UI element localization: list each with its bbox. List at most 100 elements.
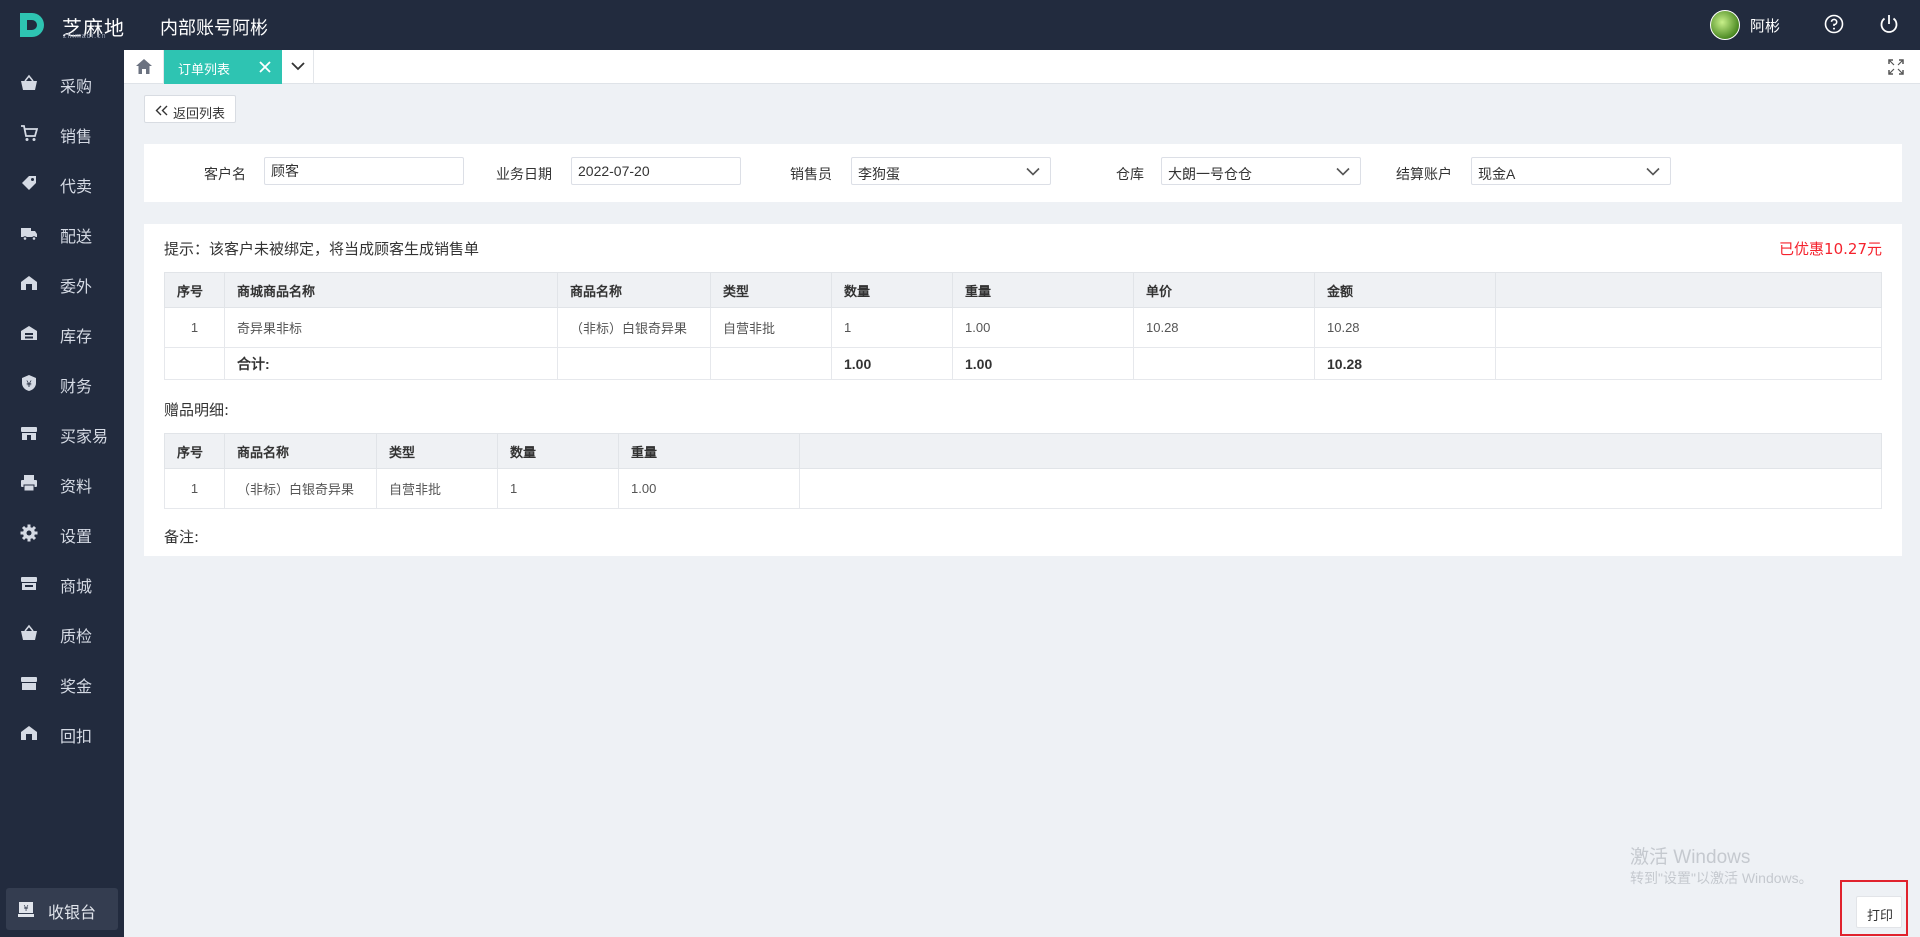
order-filter-panel: 客户名 顾客 业务日期 2022-07-20 销售员 李狗蛋 仓库 大朗一号仓仓…: [144, 144, 1902, 202]
date-input[interactable]: 2022-07-20: [571, 157, 741, 185]
sidebar-item-label: 库存: [60, 327, 93, 346]
cell-mall-product-name: 奇异果非标: [224, 307, 558, 348]
print-button[interactable]: 打印: [1856, 896, 1902, 928]
sidebar-item-label: 配送: [60, 227, 93, 246]
sidebar-item-label: 委外: [60, 277, 93, 296]
cashier-button[interactable]: ¥ 收银台: [6, 888, 118, 930]
sidebar-item-label: 财务: [60, 377, 93, 396]
tag-icon: [22, 176, 36, 190]
discount-text: 已优惠10.27元: [1779, 240, 1882, 258]
user-name: 阿彬: [1749, 16, 1780, 35]
tab-home[interactable]: [124, 50, 164, 84]
col-quantity: 数量: [497, 433, 619, 469]
activation-watermark-subtitle: 转到"设置"以激活 Windows。: [1630, 870, 1813, 886]
table-row: 1 奇异果非标 （非标）白银奇异果 自营非批 1 1.00 10.28 10.2…: [164, 307, 1882, 348]
store-icon: [21, 427, 37, 440]
home-icon: [136, 59, 152, 74]
sidebar-item-label: 奖金: [60, 677, 93, 696]
chevron-down-icon: [291, 62, 305, 71]
sidebar-item-inspection[interactable]: 质检: [0, 613, 124, 653]
tab-label: 订单列表: [178, 62, 231, 77]
svg-text:¥: ¥: [26, 380, 32, 390]
warehouse-label: 仓库: [1116, 166, 1144, 182]
back-label: 返回列表: [173, 106, 226, 121]
total-amount: 10.28: [1314, 347, 1496, 380]
sidebar-item-label: 设置: [60, 527, 93, 546]
sidebar-item-label: 销售: [60, 127, 93, 146]
sidebar-item-label: 质检: [60, 627, 93, 646]
table-header-row: 序号 商城商品名称 商品名称 类型 数量 重量 单价 金额: [164, 272, 1882, 308]
col-unit-price: 单价: [1133, 272, 1315, 308]
tab-bar: 订单列表: [124, 50, 1920, 84]
cell-quantity: 1: [497, 468, 619, 509]
customer-input[interactable]: 顾客: [264, 157, 464, 185]
top-header: 芝麻地 zhimadi.cn 内部账号阿彬 阿彬: [0, 0, 1920, 50]
chevron-down-icon: [1646, 167, 1660, 176]
cell-blank: [710, 347, 832, 380]
sidebar-item-sales[interactable]: 销售: [0, 113, 124, 153]
print-label: 打印: [1867, 908, 1894, 923]
logo[interactable]: 芝麻地 zhimadi.cn: [18, 9, 128, 41]
sidebar: 采购 销售 代卖 配送 委外 库存 ¥ 财务 买家易 资料 设置 商城 质检 奖…: [0, 50, 124, 937]
double-chevron-left-icon: [155, 105, 168, 116]
col-product-name: 商品名称: [557, 272, 711, 308]
cell-blank: [799, 468, 1882, 509]
user-menu[interactable]: 阿彬: [1709, 10, 1780, 40]
order-items-table: 序号 商城商品名称 商品名称 类型 数量 重量 单价 金额 1 奇异果非标 （非…: [164, 272, 1882, 380]
col-index: 序号: [164, 433, 225, 469]
table-row: 1 （非标）白银奇异果 自营非批 1 1.00: [164, 468, 1882, 509]
logout-icon[interactable]: [1878, 13, 1900, 35]
app-title: 内部账号阿彬: [160, 18, 268, 39]
cell-weight: 1.00: [952, 307, 1134, 348]
salesman-select[interactable]: 李狗蛋: [851, 157, 1051, 185]
sidebar-item-settings[interactable]: 设置: [0, 513, 124, 553]
cell-product-name: （非标）白银奇异果: [224, 468, 377, 509]
sidebar-item-consignment[interactable]: 代卖: [0, 163, 124, 203]
sidebar-item-label: 买家易: [60, 427, 109, 446]
truck-icon: [21, 228, 37, 241]
col-product-name: 商品名称: [224, 433, 377, 469]
fullscreen-icon[interactable]: [1888, 59, 1904, 75]
sidebar-item-label: 回扣: [60, 727, 93, 746]
sidebar-item-purchase[interactable]: 采购: [0, 63, 124, 103]
warehouse-select[interactable]: 大朗一号仓仓: [1161, 157, 1361, 185]
sidebar-item-bonus[interactable]: 奖金: [0, 663, 124, 703]
tab-order-list[interactable]: 订单列表: [164, 50, 282, 84]
gift-section-title: 赠品明细:: [164, 401, 230, 419]
sidebar-item-outsourcing[interactable]: 委外: [0, 263, 124, 303]
cashier-icon: ¥: [18, 902, 34, 917]
cell-blank: [1495, 307, 1882, 348]
tab-more-dropdown[interactable]: [282, 50, 314, 84]
svg-text:¥: ¥: [23, 904, 28, 913]
cell-type: 自营非批: [710, 307, 832, 348]
date-label: 业务日期: [496, 166, 552, 182]
cart-icon: [21, 125, 38, 141]
sidebar-item-inventory[interactable]: 库存: [0, 313, 124, 353]
cell-blank: [164, 347, 225, 380]
col-weight: 重量: [952, 272, 1134, 308]
sidebar-item-finance[interactable]: ¥ 财务: [0, 363, 124, 403]
help-icon[interactable]: [1824, 14, 1844, 34]
sidebar-item-delivery[interactable]: 配送: [0, 213, 124, 253]
warehouse-value: 大朗一号仓仓: [1168, 166, 1252, 182]
yen-shield-icon: ¥: [22, 375, 36, 391]
account-value: 现金A: [1478, 166, 1516, 182]
total-weight: 1.00: [952, 347, 1134, 380]
account-select[interactable]: 现金A: [1471, 157, 1671, 185]
chevron-down-icon: [1336, 167, 1350, 176]
back-to-list-button[interactable]: 返回列表: [144, 95, 236, 123]
sidebar-item-mall[interactable]: 商城: [0, 563, 124, 603]
building-icon: [21, 276, 37, 290]
warehouse-icon: [21, 326, 37, 340]
cell-index: 1: [164, 307, 225, 348]
close-icon[interactable]: [258, 60, 272, 74]
logo-mark-icon: [20, 13, 44, 37]
sidebar-item-rebate[interactable]: 回扣: [0, 713, 124, 753]
table-header-row: 序号 商品名称 类型 数量 重量: [164, 433, 1882, 469]
avatar: [1709, 10, 1740, 40]
col-index: 序号: [164, 272, 225, 308]
sidebar-item-data[interactable]: 资料: [0, 463, 124, 503]
sidebar-item-buyer[interactable]: 买家易: [0, 413, 124, 453]
order-detail-card: 提示：该客户未被绑定，将当成顾客生成销售单 已优惠10.27元 序号 商城商品名…: [144, 224, 1902, 556]
salesman-value: 李狗蛋: [858, 166, 900, 182]
